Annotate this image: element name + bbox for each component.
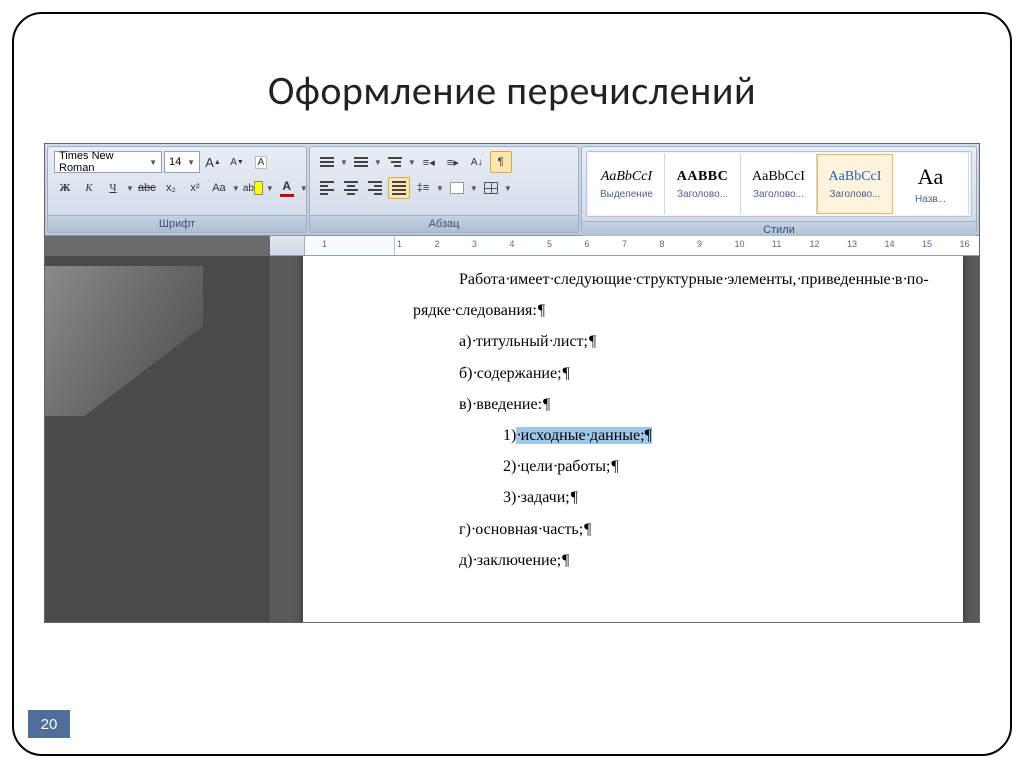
- font-name-combo[interactable]: Times New Roman ▼: [54, 151, 162, 173]
- slide-title: Оформление перечислений: [14, 66, 1010, 115]
- bullets-button[interactable]: [316, 151, 338, 173]
- font-size-value: 14: [169, 156, 181, 168]
- word-screenshot: Times New Roman▼ 14▼ A▲ A▼ A Ж К Ч ▼: [44, 143, 980, 623]
- style-sample: AaBbCcI: [601, 169, 652, 185]
- subscript-button[interactable]: x₂: [160, 177, 182, 199]
- highlight-button[interactable]: ab: [242, 177, 264, 199]
- style-item[interactable]: AaBbCcI Заголово...: [817, 154, 893, 214]
- styles-gallery[interactable]: AaBbCcI Выделение AABBC Заголово... AaBbCcI З…: [586, 151, 972, 217]
- indent-button[interactable]: ≡▸: [442, 151, 464, 173]
- font-color-button[interactable]: A: [276, 177, 298, 199]
- align-center-button[interactable]: [340, 177, 362, 199]
- doc-line[interactable]: 2)·цели·работы;¶: [413, 451, 923, 482]
- doc-line[interactable]: д)·заключение;¶: [413, 545, 923, 576]
- style-sample: AaBbCcI: [829, 169, 882, 185]
- document-page[interactable]: Работа·имеет·следующие·структурные·элеме…: [303, 256, 963, 622]
- ruler[interactable]: 11234567891011121314151617: [270, 236, 979, 256]
- outdent-button[interactable]: ≡◂: [418, 151, 440, 173]
- clear-format-button[interactable]: A: [250, 151, 272, 173]
- ribbon-label-font: Шрифт: [48, 215, 306, 232]
- outdent-icon: ≡◂: [423, 156, 435, 169]
- sort-icon: A↓: [471, 157, 483, 168]
- borders-button[interactable]: [480, 177, 502, 199]
- shrink-font-button[interactable]: A▼: [226, 151, 248, 173]
- borders-icon: [484, 182, 498, 194]
- ribbon-group-paragraph: ▼ ▼ ▼ ≡◂ ≡▸ A↓ ¶ ‡≡▼ ▼: [309, 146, 579, 233]
- underline-button[interactable]: Ч: [102, 177, 124, 199]
- italic-button[interactable]: К: [78, 177, 100, 199]
- grow-font-button[interactable]: A▲: [202, 151, 224, 173]
- align-left-icon: [320, 181, 334, 194]
- shading-button[interactable]: [446, 177, 468, 199]
- ribbon: Times New Roman▼ 14▼ A▲ A▼ A Ж К Ч ▼: [45, 144, 979, 236]
- style-sample: AABBC: [677, 169, 729, 185]
- align-right-button[interactable]: [364, 177, 386, 199]
- superscript-button[interactable]: x²: [184, 177, 206, 199]
- chevron-down-icon: ▼: [187, 158, 195, 167]
- style-caption: Заголово...: [677, 189, 728, 200]
- style-item[interactable]: AaBbCcI Выделение: [589, 154, 665, 214]
- slide-frame: Оформление перечислений Times New Roman ▼…: [12, 12, 1012, 756]
- multilevel-button[interactable]: [384, 151, 406, 173]
- indent-icon: ≡▸: [447, 156, 459, 169]
- strikethrough-button[interactable]: abc: [136, 177, 158, 199]
- line-spacing-button[interactable]: ‡≡: [412, 177, 434, 199]
- shading-icon: [450, 182, 464, 194]
- navigation-pane[interactable]: [45, 256, 270, 622]
- slide-number: 20: [28, 710, 70, 738]
- bold-button[interactable]: Ж: [54, 177, 76, 199]
- align-justify-icon: [392, 181, 406, 194]
- chevron-down-icon: ▼: [149, 158, 157, 167]
- style-caption: Заголово...: [829, 189, 880, 200]
- style-caption: Заголово...: [753, 189, 804, 200]
- sort-button[interactable]: A↓: [466, 151, 488, 173]
- ribbon-group-styles: AaBbCcI Выделение AABBC Заголово... AaBbCcI З…: [581, 146, 977, 233]
- align-left-button[interactable]: [316, 177, 338, 199]
- doc-line[interactable]: б)·содержание;¶: [413, 358, 923, 389]
- style-item[interactable]: AABBC Заголово...: [665, 154, 741, 214]
- doc-line[interactable]: в)·введение:¶: [413, 389, 923, 420]
- show-marks-button[interactable]: ¶: [490, 151, 512, 173]
- doc-line[interactable]: а)·титульный·лист;¶: [413, 326, 923, 357]
- style-caption: Выделение: [600, 189, 653, 200]
- style-item[interactable]: AaBbCcI Заголово...: [741, 154, 817, 214]
- multilevel-icon: [388, 157, 402, 167]
- align-right-icon: [368, 181, 382, 194]
- doc-line[interactable]: 3)·задачи;¶: [413, 482, 923, 513]
- nav-thumbnail[interactable]: [45, 266, 203, 416]
- style-sample: Aa: [918, 164, 944, 190]
- doc-line[interactable]: г)·основная·часть;¶: [413, 514, 923, 545]
- line-spacing-icon: ‡≡: [417, 182, 430, 194]
- style-caption: Назв...: [915, 194, 946, 205]
- ribbon-group-font: Times New Roman▼ 14▼ A▲ A▼ A Ж К Ч ▼: [47, 146, 307, 233]
- style-item[interactable]: Aa Назв...: [893, 154, 969, 214]
- highlight-swatch-icon: [254, 181, 263, 195]
- bullets-icon: [320, 157, 334, 167]
- align-justify-button[interactable]: [388, 177, 410, 199]
- numbering-button[interactable]: [350, 151, 372, 173]
- fontcolor-swatch-icon: [280, 194, 294, 197]
- doc-line[interactable]: рядке·следования:¶: [413, 295, 923, 326]
- change-case-button[interactable]: Aa: [208, 177, 230, 199]
- font-name-value: Times New Roman: [59, 150, 145, 174]
- align-center-icon: [344, 181, 358, 194]
- doc-line[interactable]: Работа·имеет·следующие·структурные·элеме…: [413, 264, 923, 295]
- numbering-icon: [354, 157, 368, 167]
- font-size-combo[interactable]: 14 ▼: [164, 151, 200, 173]
- document-area: Работа·имеет·следующие·структурные·элеме…: [45, 256, 979, 622]
- doc-line[interactable]: 1)·исходные·данные;¶: [413, 420, 923, 451]
- ribbon-label-paragraph: Абзац: [310, 215, 578, 232]
- style-sample: AaBbCcI: [752, 169, 805, 185]
